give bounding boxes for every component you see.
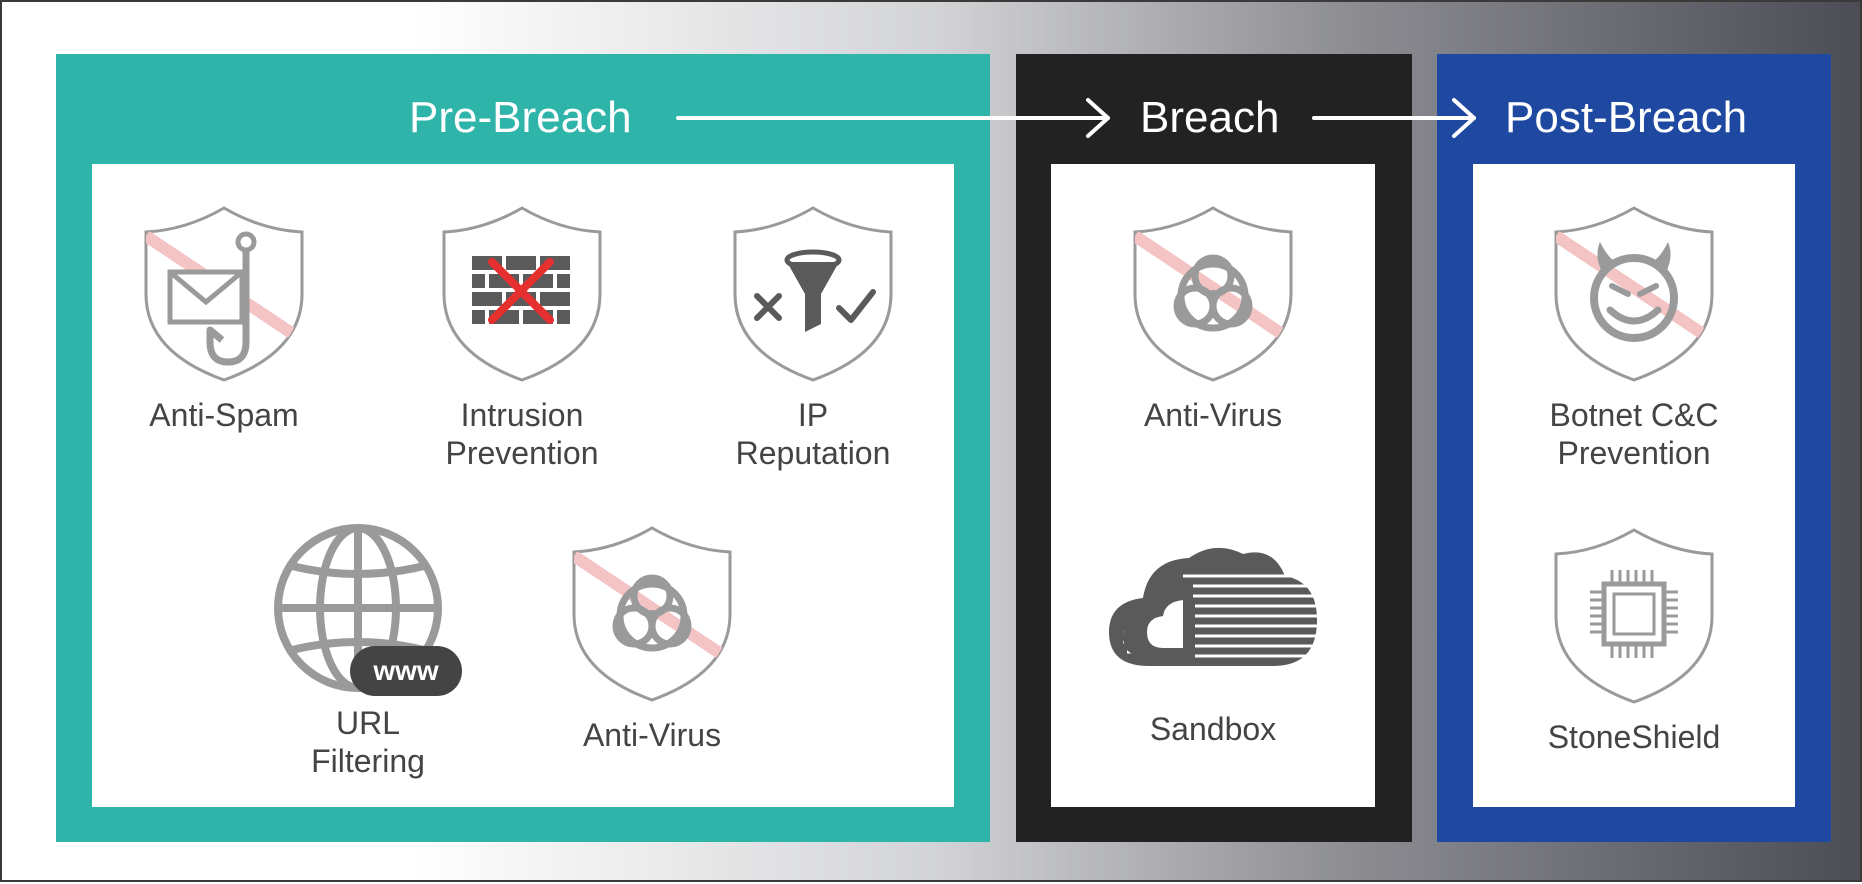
diagram-canvas: Pre-Breach Anti-Spam Intrusion Preventio…: [0, 0, 1862, 882]
url-filtering-item: www URL Filtering: [258, 522, 478, 780]
globe-www-icon: www: [274, 524, 462, 696]
post-breach-content: Botnet C&C Prevention StoneShield: [1473, 164, 1795, 807]
url-filtering-label: URL Filtering: [311, 705, 425, 779]
shield-chip-icon: [1554, 528, 1714, 704]
stoneshield-label: StoneShield: [1547, 719, 1721, 755]
sandbox-label: Sandbox: [1149, 711, 1277, 747]
anti-virus-pre-item: Anti-Virus: [542, 522, 762, 754]
shield-biohazard-icon: [572, 526, 732, 702]
botnet-prevention-label: Botnet C&C Prevention: [1549, 397, 1719, 471]
intrusion-prevention-label: Intrusion Prevention: [445, 397, 599, 471]
shield-firewall-icon: [442, 206, 602, 382]
anti-virus-breach-label: Anti-Virus: [1143, 397, 1283, 433]
stoneshield-item: StoneShield: [1524, 524, 1744, 756]
pre-breach-content: Anti-Spam Intrusion Prevention IP Reputa…: [92, 164, 954, 807]
sandbox-item: Sandbox: [1103, 536, 1323, 748]
anti-spam-label: Anti-Spam: [149, 397, 299, 433]
breach-panel: Breach Anti-Virus Sandbox: [1016, 54, 1412, 842]
shield-biohazard-icon: [1133, 206, 1293, 382]
pre-breach-panel: Pre-Breach Anti-Spam Intrusion Preventio…: [56, 54, 990, 842]
botnet-prevention-item: Botnet C&C Prevention: [1524, 202, 1744, 472]
pre-breach-title: Pre-Breach: [409, 93, 632, 142]
ip-reputation-label: IP Reputation: [735, 397, 891, 471]
shield-devil-icon: [1554, 206, 1714, 382]
anti-virus-pre-label: Anti-Virus: [582, 717, 722, 753]
ip-reputation-item: IP Reputation: [703, 202, 923, 472]
anti-spam-item: Anti-Spam: [114, 202, 334, 434]
anti-virus-breach-item: Anti-Virus: [1103, 202, 1323, 434]
www-badge-text: www: [372, 655, 439, 686]
shield-mail-hook-icon: [144, 206, 304, 382]
intrusion-prevention-item: Intrusion Prevention: [412, 202, 632, 472]
cloud-icon: [1109, 547, 1319, 666]
breach-title: Breach: [1140, 93, 1280, 142]
post-breach-title: Post-Breach: [1505, 93, 1748, 142]
breach-content: Anti-Virus Sandbox: [1051, 164, 1375, 807]
post-breach-panel: Post-Breach Botnet C&C Prevention StoneS…: [1437, 54, 1831, 842]
shield-filter-icon: [733, 206, 893, 382]
